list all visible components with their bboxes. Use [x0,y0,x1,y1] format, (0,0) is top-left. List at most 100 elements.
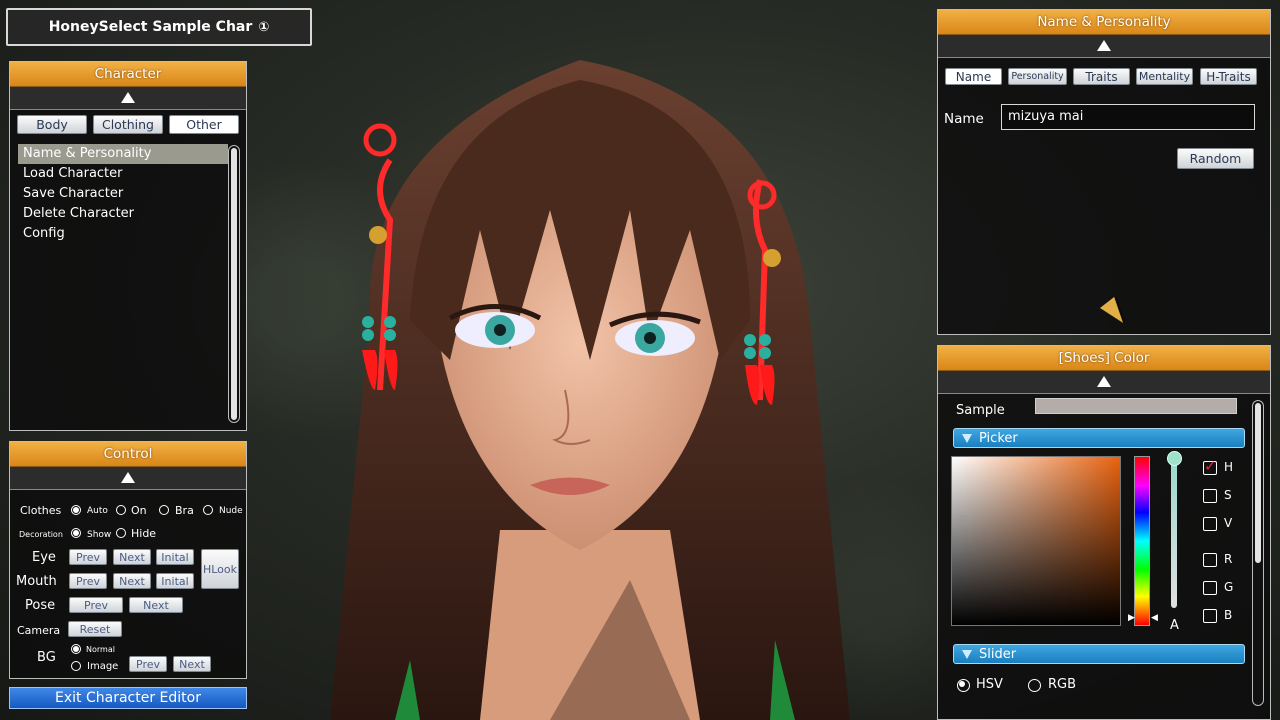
exit-character-editor-button[interactable]: Exit Character Editor [9,687,247,709]
decoration-hide-radio[interactable] [116,528,126,538]
decoration-show-radio[interactable] [71,528,81,538]
scrollbar-thumb[interactable] [231,148,237,420]
menu-item-delete-character[interactable]: Delete Character [18,204,228,224]
tab-clothing[interactable]: Clothing [93,115,163,134]
control-panel: Control Clothes Auto On Bra Nude Decorat… [9,441,247,679]
tab-h-traits[interactable]: H-Traits [1200,68,1257,85]
tab-body[interactable]: Body [17,115,87,134]
info-circle-icon[interactable]: ① [258,20,269,35]
channel-s-label: S [1224,488,1232,502]
clothes-bra-label: Bra [175,504,194,517]
mode-rgb-radio[interactable] [1028,679,1041,692]
bg-label: BG [37,650,56,665]
expand-arrow-icon [962,649,972,659]
picker-section-header[interactable]: Picker [953,428,1245,448]
title-text: HoneySelect Sample Char [48,19,253,35]
eye-next-button[interactable]: Next [113,549,151,565]
hue-slider[interactable] [1134,456,1150,626]
mouth-next-button[interactable]: Next [113,573,151,589]
pose-next-button[interactable]: Next [129,597,183,613]
mode-hsv-radio[interactable] [957,679,970,692]
decoration-hide-label: Hide [131,527,157,540]
sample-color-swatch [1035,398,1237,414]
character-portrait [330,60,850,720]
tab-other[interactable]: Other [169,115,239,134]
name-input[interactable]: mizuya mai [1001,104,1255,130]
channel-g-checkbox[interactable] [1203,581,1217,595]
channel-r-checkbox[interactable] [1203,553,1217,567]
camera-label: Camera [17,624,61,637]
sample-label: Sample [956,403,1005,418]
pose-prev-button[interactable]: Prev [69,597,123,613]
alpha-slider-track[interactable] [1171,458,1177,608]
name-personality-panel: Name & Personality Name Personality Trai… [937,9,1271,335]
eye-prev-button[interactable]: Prev [69,549,107,565]
slider-section-header[interactable]: Slider [953,644,1245,664]
character-panel-header: Character [10,62,246,87]
name-panel-collapse[interactable] [938,35,1270,58]
collapse-arrow-icon [1097,40,1111,51]
decoration-show-label: Show [87,530,112,540]
clothes-auto-radio[interactable] [71,505,81,515]
channel-s-checkbox[interactable] [1203,489,1217,503]
eye-label: Eye [32,550,56,565]
character-name-title: HoneySelect Sample Char ① [6,8,312,46]
channel-v-checkbox[interactable] [1203,517,1217,531]
menu-item-save-character[interactable]: Save Character [18,184,228,204]
menu-item-load-character[interactable]: Load Character [18,164,228,184]
bg-image-radio[interactable] [71,661,81,671]
character-list-scrollbar[interactable] [228,145,240,423]
channel-r-label: R [1224,552,1233,566]
alpha-slider-knob[interactable] [1167,451,1182,466]
tab-name[interactable]: Name [945,68,1002,85]
shoes-color-panel: [Shoes] Color Sample Picker ▶ ◀ A H S V … [937,345,1271,720]
channel-h-label: H [1224,460,1234,474]
channel-b-checkbox[interactable] [1203,609,1217,623]
bg-next-button[interactable]: Next [173,656,211,672]
eye-initial-button[interactable]: Inital [156,549,194,565]
tab-traits[interactable]: Traits [1073,68,1130,85]
clothes-nude-radio[interactable] [203,505,213,515]
mouth-label: Mouth [16,574,57,589]
bg-prev-button[interactable]: Prev [129,656,167,672]
color-panel-collapse[interactable] [938,371,1270,394]
tab-personality[interactable]: Personality [1008,68,1067,85]
clothes-auto-label: Auto [87,506,108,516]
channel-h-checkbox[interactable] [1203,457,1217,475]
clothes-on-radio[interactable] [116,505,126,515]
bg-normal-radio[interactable] [71,644,81,654]
random-name-button[interactable]: Random [1177,148,1254,169]
control-panel-collapse[interactable] [10,467,246,490]
slider-label: Slider [979,646,1017,662]
channel-g-label: G [1224,580,1234,594]
name-personality-header: Name & Personality [938,10,1270,35]
tab-mentality[interactable]: Mentality [1136,68,1193,85]
menu-item-name-personality[interactable]: Name & Personality [18,144,228,164]
clothes-label: Clothes [20,504,62,517]
mouth-prev-button[interactable]: Prev [69,573,107,589]
mode-hsv-label: HSV [976,677,1003,692]
alpha-label: A [1170,618,1179,633]
decoration-label: Decoration [19,530,63,539]
character-panel-collapse[interactable] [10,87,246,110]
clothes-on-label: On [131,504,147,517]
channel-b-label: B [1224,608,1233,622]
sv-picker-knob[interactable] [959,515,969,525]
clothes-bra-radio[interactable] [159,505,169,515]
mouth-initial-button[interactable]: Inital [156,573,194,589]
picker-label: Picker [979,430,1018,446]
hue-marker-icon-right: ◀ [1151,613,1158,623]
color-panel-scrollbar[interactable] [1252,400,1264,706]
character-panel: Character Body Clothing Other Name & Per… [9,61,247,431]
bg-normal-label: Normal [86,645,115,654]
menu-item-config[interactable]: Config [18,224,228,244]
clothes-nude-label: Nude [219,506,243,516]
hlook-button[interactable]: HLook [201,549,239,589]
shoes-color-header: [Shoes] Color [938,346,1270,371]
camera-reset-button[interactable]: Reset [68,621,122,637]
collapse-arrow-icon [121,472,135,483]
saturation-value-picker[interactable] [951,456,1121,626]
scrollbar-thumb[interactable] [1255,403,1261,563]
bg-image-label: Image [87,661,119,672]
channel-v-label: V [1224,516,1233,530]
